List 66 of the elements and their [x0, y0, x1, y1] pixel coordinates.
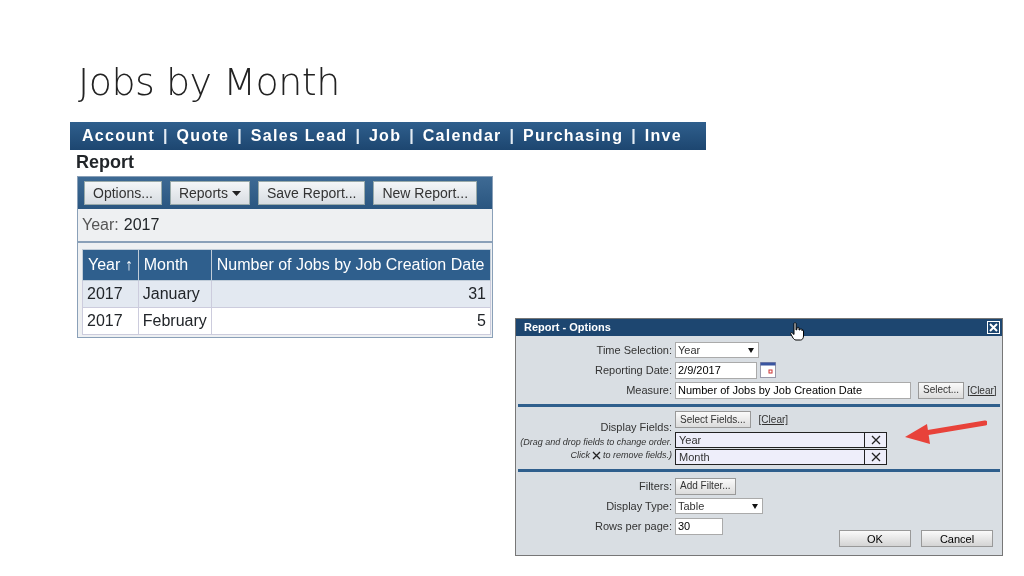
dropdown-field[interactable]: Table [675, 498, 763, 514]
add-filter-button[interactable]: Add Filter... [675, 477, 736, 495]
nav-separator: | [631, 126, 636, 146]
cancel-button[interactable]: Cancel [921, 530, 993, 547]
field-item[interactable]: Month [675, 449, 887, 465]
pointer-hand-icon [790, 322, 804, 341]
dropdown-field[interactable]: Year [675, 342, 759, 358]
dialog-title: Report - Options [524, 320, 611, 336]
nav-separator: | [163, 126, 168, 146]
field-label: Reporting Date: [593, 362, 672, 378]
toolbar-button[interactable]: New Report... [373, 181, 478, 205]
ok-button[interactable]: OK [839, 530, 911, 547]
nav-separator: | [409, 126, 414, 146]
nav-link[interactable]: Sales Lead [250, 124, 348, 148]
field-label: Filters: [638, 478, 672, 494]
year-label: Year: [82, 215, 119, 235]
remove-icon[interactable] [870, 435, 881, 445]
toolbar-button[interactable]: Options... [84, 181, 162, 205]
hint-text: Click [570, 449, 590, 462]
select-fields-button[interactable]: Select Fields... [675, 411, 751, 428]
table-cell: 2017 [82, 280, 139, 308]
field-label: Time Selection: [595, 342, 672, 358]
select-button[interactable]: Select... [918, 381, 965, 399]
remove-icon [591, 451, 601, 461]
calendar-icon[interactable] [760, 362, 776, 378]
measure-field[interactable]: Number of Jobs by Job Creation Date [675, 381, 911, 399]
column-header[interactable]: Month [138, 249, 212, 281]
column-header[interactable]: Year ↑ [82, 249, 139, 281]
nav-link[interactable]: Calendar [422, 124, 502, 148]
table-cell: 5 [211, 307, 491, 335]
table-row[interactable]: 2017 February 5 [82, 307, 491, 335]
nav-link[interactable]: Purchasing [523, 124, 624, 148]
hint-text: (Drag and drop fields to change order. [519, 435, 672, 449]
nav-separator: | [509, 126, 515, 146]
table-cell: February [138, 307, 212, 335]
nav-link[interactable]: Job [368, 124, 402, 148]
arrow-icon [903, 418, 987, 446]
field-label: Rows per page: [593, 518, 672, 534]
date-field[interactable]: 2/9/2017 [675, 361, 757, 379]
toolbar-button[interactable]: Save Report... [257, 181, 366, 205]
table-row[interactable]: 2017 January 31 [82, 280, 491, 308]
column-header[interactable]: Number of Jobs by Job Creation Date [211, 249, 491, 281]
table-cell: 31 [211, 280, 491, 308]
clear-link[interactable]: [Clear] [758, 412, 789, 427]
remove-icon[interactable] [870, 452, 881, 462]
nav-link[interactable]: Quote [176, 124, 230, 148]
nav-separator: | [237, 126, 242, 146]
slide-title: Jobs by Month [78, 60, 340, 106]
nav-link[interactable]: Account [82, 124, 156, 148]
toolbar-button[interactable]: Reports [169, 181, 250, 205]
field-label: Measure: [625, 382, 672, 398]
clear-link[interactable]: [Clear] [967, 382, 997, 398]
close-icon[interactable] [987, 321, 1000, 334]
caret-icon [752, 503, 758, 509]
hint-text: to remove fields.) [602, 449, 672, 462]
year-value: 2017 [123, 215, 160, 235]
caret-icon [748, 347, 754, 353]
rows-per-page-field[interactable]: 30 [675, 517, 723, 535]
field-label: Display Fields: [600, 420, 672, 435]
nav-link[interactable]: Inve [644, 124, 682, 148]
table-cell: 2017 [82, 307, 139, 335]
page-title: Report [76, 151, 135, 174]
table-cell: January [138, 280, 212, 308]
nav-separator: | [355, 126, 360, 146]
field-label: Display Type: [605, 498, 672, 514]
field-item[interactable]: Year [675, 432, 887, 448]
